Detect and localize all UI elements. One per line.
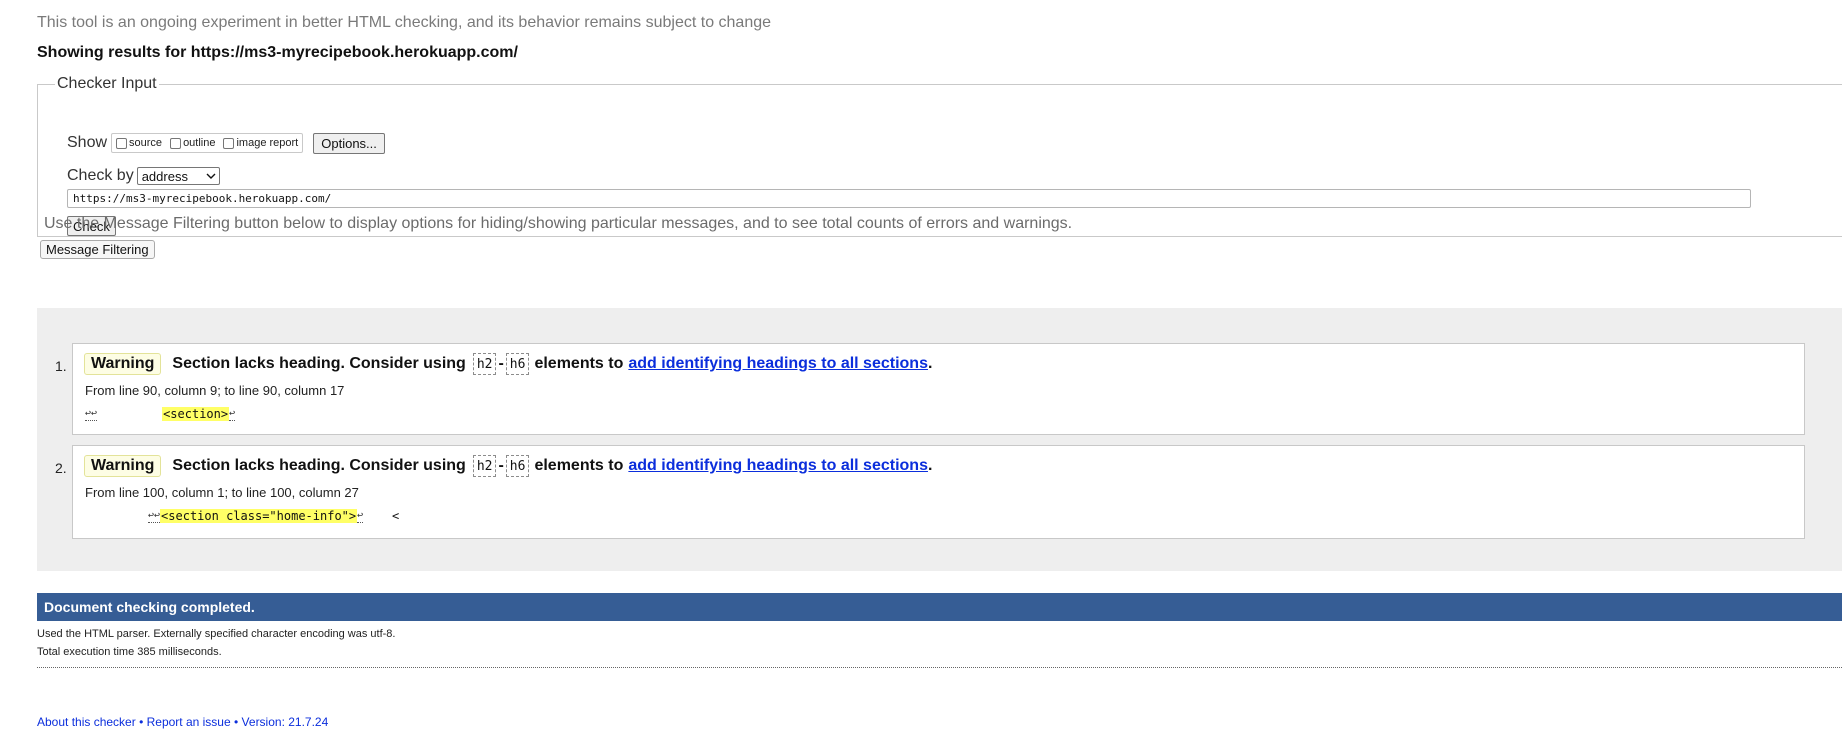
message-item: 2. Warning Section lacks heading. Consid… bbox=[55, 445, 1805, 539]
version-text: Version: 21.7.24 bbox=[241, 715, 329, 729]
message-period: . bbox=[927, 457, 933, 474]
filtering-hint: Use the Message Filtering button below t… bbox=[44, 215, 1073, 232]
message-extract: ↩↩ <section class="home-info"> ↩ < bbox=[148, 509, 399, 523]
messages-panel: 1. Warning Section lacks heading. Consid… bbox=[37, 308, 1842, 571]
extract-tail: < bbox=[363, 509, 400, 523]
line-feed-marker: ↩↩ bbox=[148, 509, 161, 523]
code-h6: h6 bbox=[505, 455, 530, 477]
check-by-value: address bbox=[141, 168, 188, 184]
results-heading: Showing results for https://ms3-myrecipe… bbox=[37, 44, 518, 61]
outline-label: outline bbox=[183, 137, 216, 149]
show-outline-option[interactable]: outline bbox=[168, 137, 215, 149]
execution-time: Total execution time 385 milliseconds. bbox=[37, 646, 222, 658]
checker-input-fieldset: Checker Input Show source outline image … bbox=[37, 74, 1842, 237]
show-source-option[interactable]: source bbox=[114, 137, 162, 149]
check-by-select[interactable]: address bbox=[136, 167, 220, 185]
warning-badge: Warning bbox=[84, 455, 162, 477]
identifying-headings-link[interactable]: add identifying headings to all sections bbox=[628, 355, 928, 373]
message-text: Section lacks heading. Consider using bbox=[172, 355, 466, 372]
report-issue-link[interactable]: Report an issue bbox=[147, 715, 231, 729]
message-location: From line 100, column 1; to line 100, co… bbox=[85, 485, 359, 500]
code-h6: h6 bbox=[505, 353, 530, 375]
line-feed-marker: ↩↩ bbox=[85, 407, 98, 421]
show-image-report-option[interactable]: image report bbox=[221, 137, 298, 149]
message-text: Section lacks heading. Consider using bbox=[172, 457, 466, 474]
footer-links: About this checker • Report an issue • V… bbox=[37, 715, 329, 729]
show-row: Show source outline image report Options… bbox=[67, 132, 385, 154]
source-checkbox[interactable] bbox=[116, 137, 128, 149]
message-filtering-button[interactable]: Message Filtering bbox=[40, 240, 155, 259]
identifying-headings-link[interactable]: add identifying headings to all sections bbox=[628, 457, 928, 475]
checking-completed-bar: Document checking completed. bbox=[37, 593, 1842, 621]
line-feed-marker: ↩ bbox=[229, 407, 236, 421]
footer-divider bbox=[37, 667, 1842, 668]
message-number: 1. bbox=[55, 358, 67, 374]
message-heading: Warning Section lacks heading. Consider … bbox=[84, 353, 932, 375]
message-extract: ↩↩ <section> ↩ bbox=[85, 407, 236, 421]
message-location: From line 90, column 9; to line 90, colu… bbox=[85, 383, 345, 398]
outline-checkbox[interactable] bbox=[170, 137, 182, 149]
code-dash: - bbox=[498, 355, 504, 372]
options-button[interactable]: Options... bbox=[313, 132, 385, 154]
url-input[interactable]: https://ms3-myrecipebook.herokuapp.com/ bbox=[67, 189, 1751, 208]
show-options-group: source outline image report bbox=[111, 133, 304, 153]
message-number: 2. bbox=[55, 460, 67, 476]
parser-info: Used the HTML parser. Externally specifi… bbox=[37, 628, 396, 640]
message-item: 1. Warning Section lacks heading. Consid… bbox=[55, 343, 1805, 435]
check-by-label: Check by bbox=[67, 167, 134, 184]
source-label: source bbox=[129, 137, 163, 149]
message-period: . bbox=[927, 355, 933, 372]
warning-badge: Warning bbox=[84, 353, 162, 375]
extract-highlight: <section> bbox=[162, 407, 230, 421]
show-label: Show bbox=[67, 134, 108, 151]
image-report-checkbox[interactable] bbox=[223, 137, 235, 149]
checker-input-legend: Checker Input bbox=[57, 75, 157, 92]
extract-whitespace bbox=[97, 407, 162, 421]
code-h2: h2 bbox=[472, 353, 497, 375]
check-by-row: Check by address bbox=[67, 165, 220, 187]
message-text-mid: elements to bbox=[534, 457, 624, 474]
chevron-down-icon bbox=[206, 173, 216, 179]
code-h2: h2 bbox=[472, 455, 497, 477]
message-text-mid: elements to bbox=[534, 355, 624, 372]
image-report-label: image report bbox=[236, 137, 299, 149]
experiment-notice: This tool is an ongoing experiment in be… bbox=[37, 14, 772, 31]
code-dash: - bbox=[498, 457, 504, 474]
about-link[interactable]: About this checker bbox=[37, 715, 136, 729]
message-heading: Warning Section lacks heading. Consider … bbox=[84, 455, 932, 477]
extract-highlight: <section class="home-info"> bbox=[160, 509, 358, 523]
